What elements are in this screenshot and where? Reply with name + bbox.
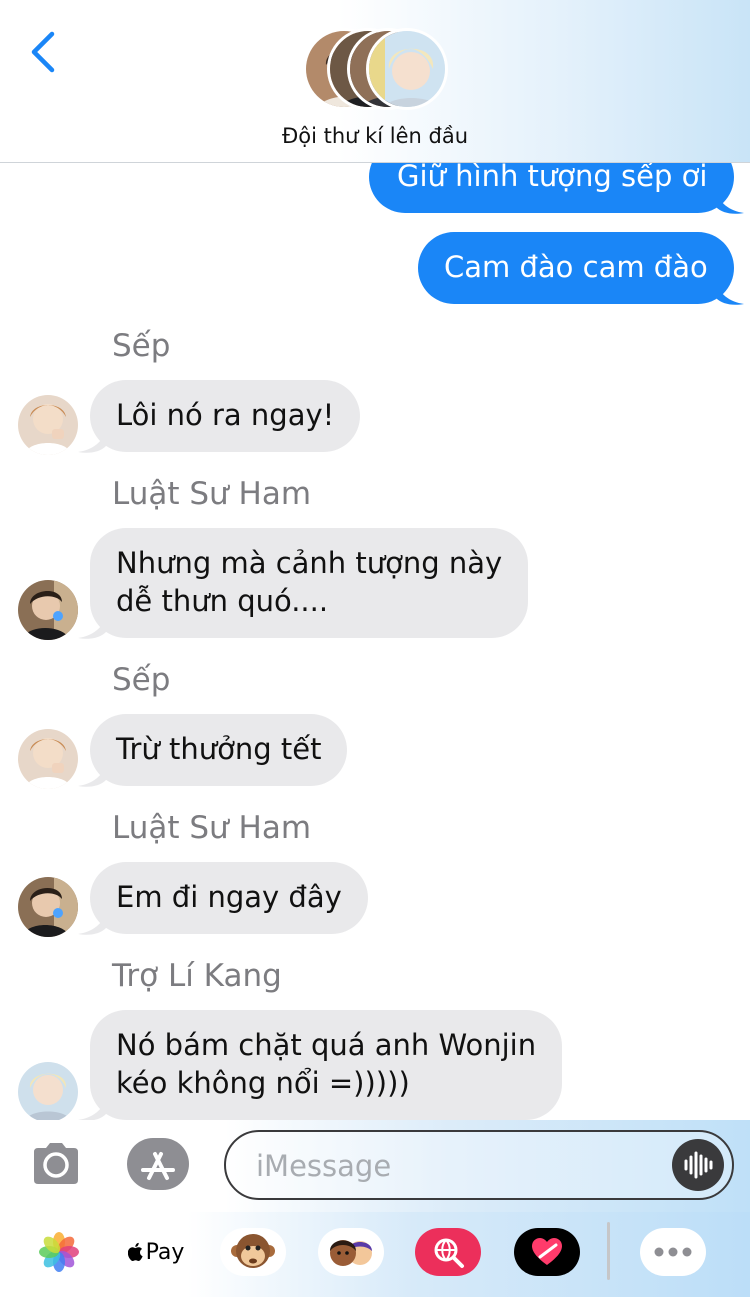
message-text-line: kéo không nổi =))))) [116,1066,410,1100]
message-text-line: dễ thưn quó.... [116,584,329,618]
back-button[interactable] [24,28,60,76]
apple-pay-button[interactable]: Pay [120,1228,192,1276]
app-store-icon [141,1152,175,1180]
message-text: Giữ hình tượng sếp ơi [397,159,708,193]
conversation-header: Đội thư kí lên đầu [0,0,750,163]
more-apps-button[interactable] [640,1228,706,1276]
apple-pay-label: Pay [145,1239,185,1265]
avatar[interactable] [18,395,78,455]
digital-touch-icon [532,1238,562,1265]
bubble-tail [716,189,744,214]
web-search-app-button[interactable] [415,1228,481,1276]
bubble-tail [78,428,106,453]
outgoing-message[interactable]: Cam đào cam đào [418,232,734,304]
incoming-message[interactable]: Nó bám chặt quá anh Wonjin kéo không nổi… [90,1010,563,1120]
app-drawer: Pay [0,1212,750,1297]
bubble-tail [78,1096,106,1121]
monkey-animoji-icon [231,1234,275,1268]
camera-button[interactable] [30,1140,82,1188]
sender-name: Sếp [112,328,171,364]
voice-message-button[interactable] [672,1139,724,1191]
app-store-button[interactable] [127,1138,189,1190]
bubble-tail [716,280,744,305]
incoming-message[interactable]: Nhưng mà cảnh tượng này dễ thưn quó.... [90,528,529,638]
message-field[interactable] [224,1130,734,1200]
waveform-icon [684,1151,713,1179]
avatar [366,28,448,110]
avatar[interactable] [18,877,78,937]
bubble-tail [78,762,106,787]
message-text: Em đi ngay đây [116,880,342,914]
conversation-title[interactable]: Đội thư kí lên đầu [0,124,750,148]
message-text-line: Nhưng mà cảnh tượng này [116,546,503,580]
memoji-button[interactable] [318,1228,384,1276]
message-text: Lôi nó ra ngay! [116,398,335,432]
more-icon [654,1247,692,1257]
incoming-message[interactable]: Trừ thưởng tết [90,714,348,786]
apple-icon [127,1242,143,1262]
compose-bar [0,1120,750,1212]
chevron-left-icon [31,31,55,73]
message-input[interactable] [256,1144,656,1188]
photos-app-button[interactable] [26,1228,92,1276]
message-text-line: Nó bám chặt quá anh Wonjin [116,1028,537,1062]
camera-icon [34,1143,78,1184]
incoming-message[interactable]: Em đi ngay đây [90,862,368,934]
avatar[interactable] [18,1062,78,1122]
sender-name: Sếp [112,662,171,698]
photos-icon [39,1232,79,1272]
drawer-divider [607,1222,610,1280]
bubble-tail [78,614,106,639]
sender-name: Luật Sư Ham [112,810,312,846]
avatar[interactable] [18,580,78,640]
message-text: Cam đào cam đào [444,250,708,284]
animoji-button[interactable] [220,1228,286,1276]
avatar[interactable] [18,729,78,789]
group-avatar-stack[interactable] [303,28,448,110]
sender-name: Luật Sư Ham [112,476,312,512]
web-search-icon [434,1238,464,1268]
bubble-tail [78,910,106,935]
message-list[interactable]: Giữ hình tượng sếp ơi Cam đào cam đào Sế… [0,0,750,1297]
memoji-icon [330,1240,372,1266]
incoming-message[interactable]: Lôi nó ra ngay! [90,380,361,452]
sender-name: Trợ Lí Kang [112,958,282,994]
message-text: Trừ thưởng tết [116,732,322,766]
digital-touch-button[interactable] [514,1228,580,1276]
